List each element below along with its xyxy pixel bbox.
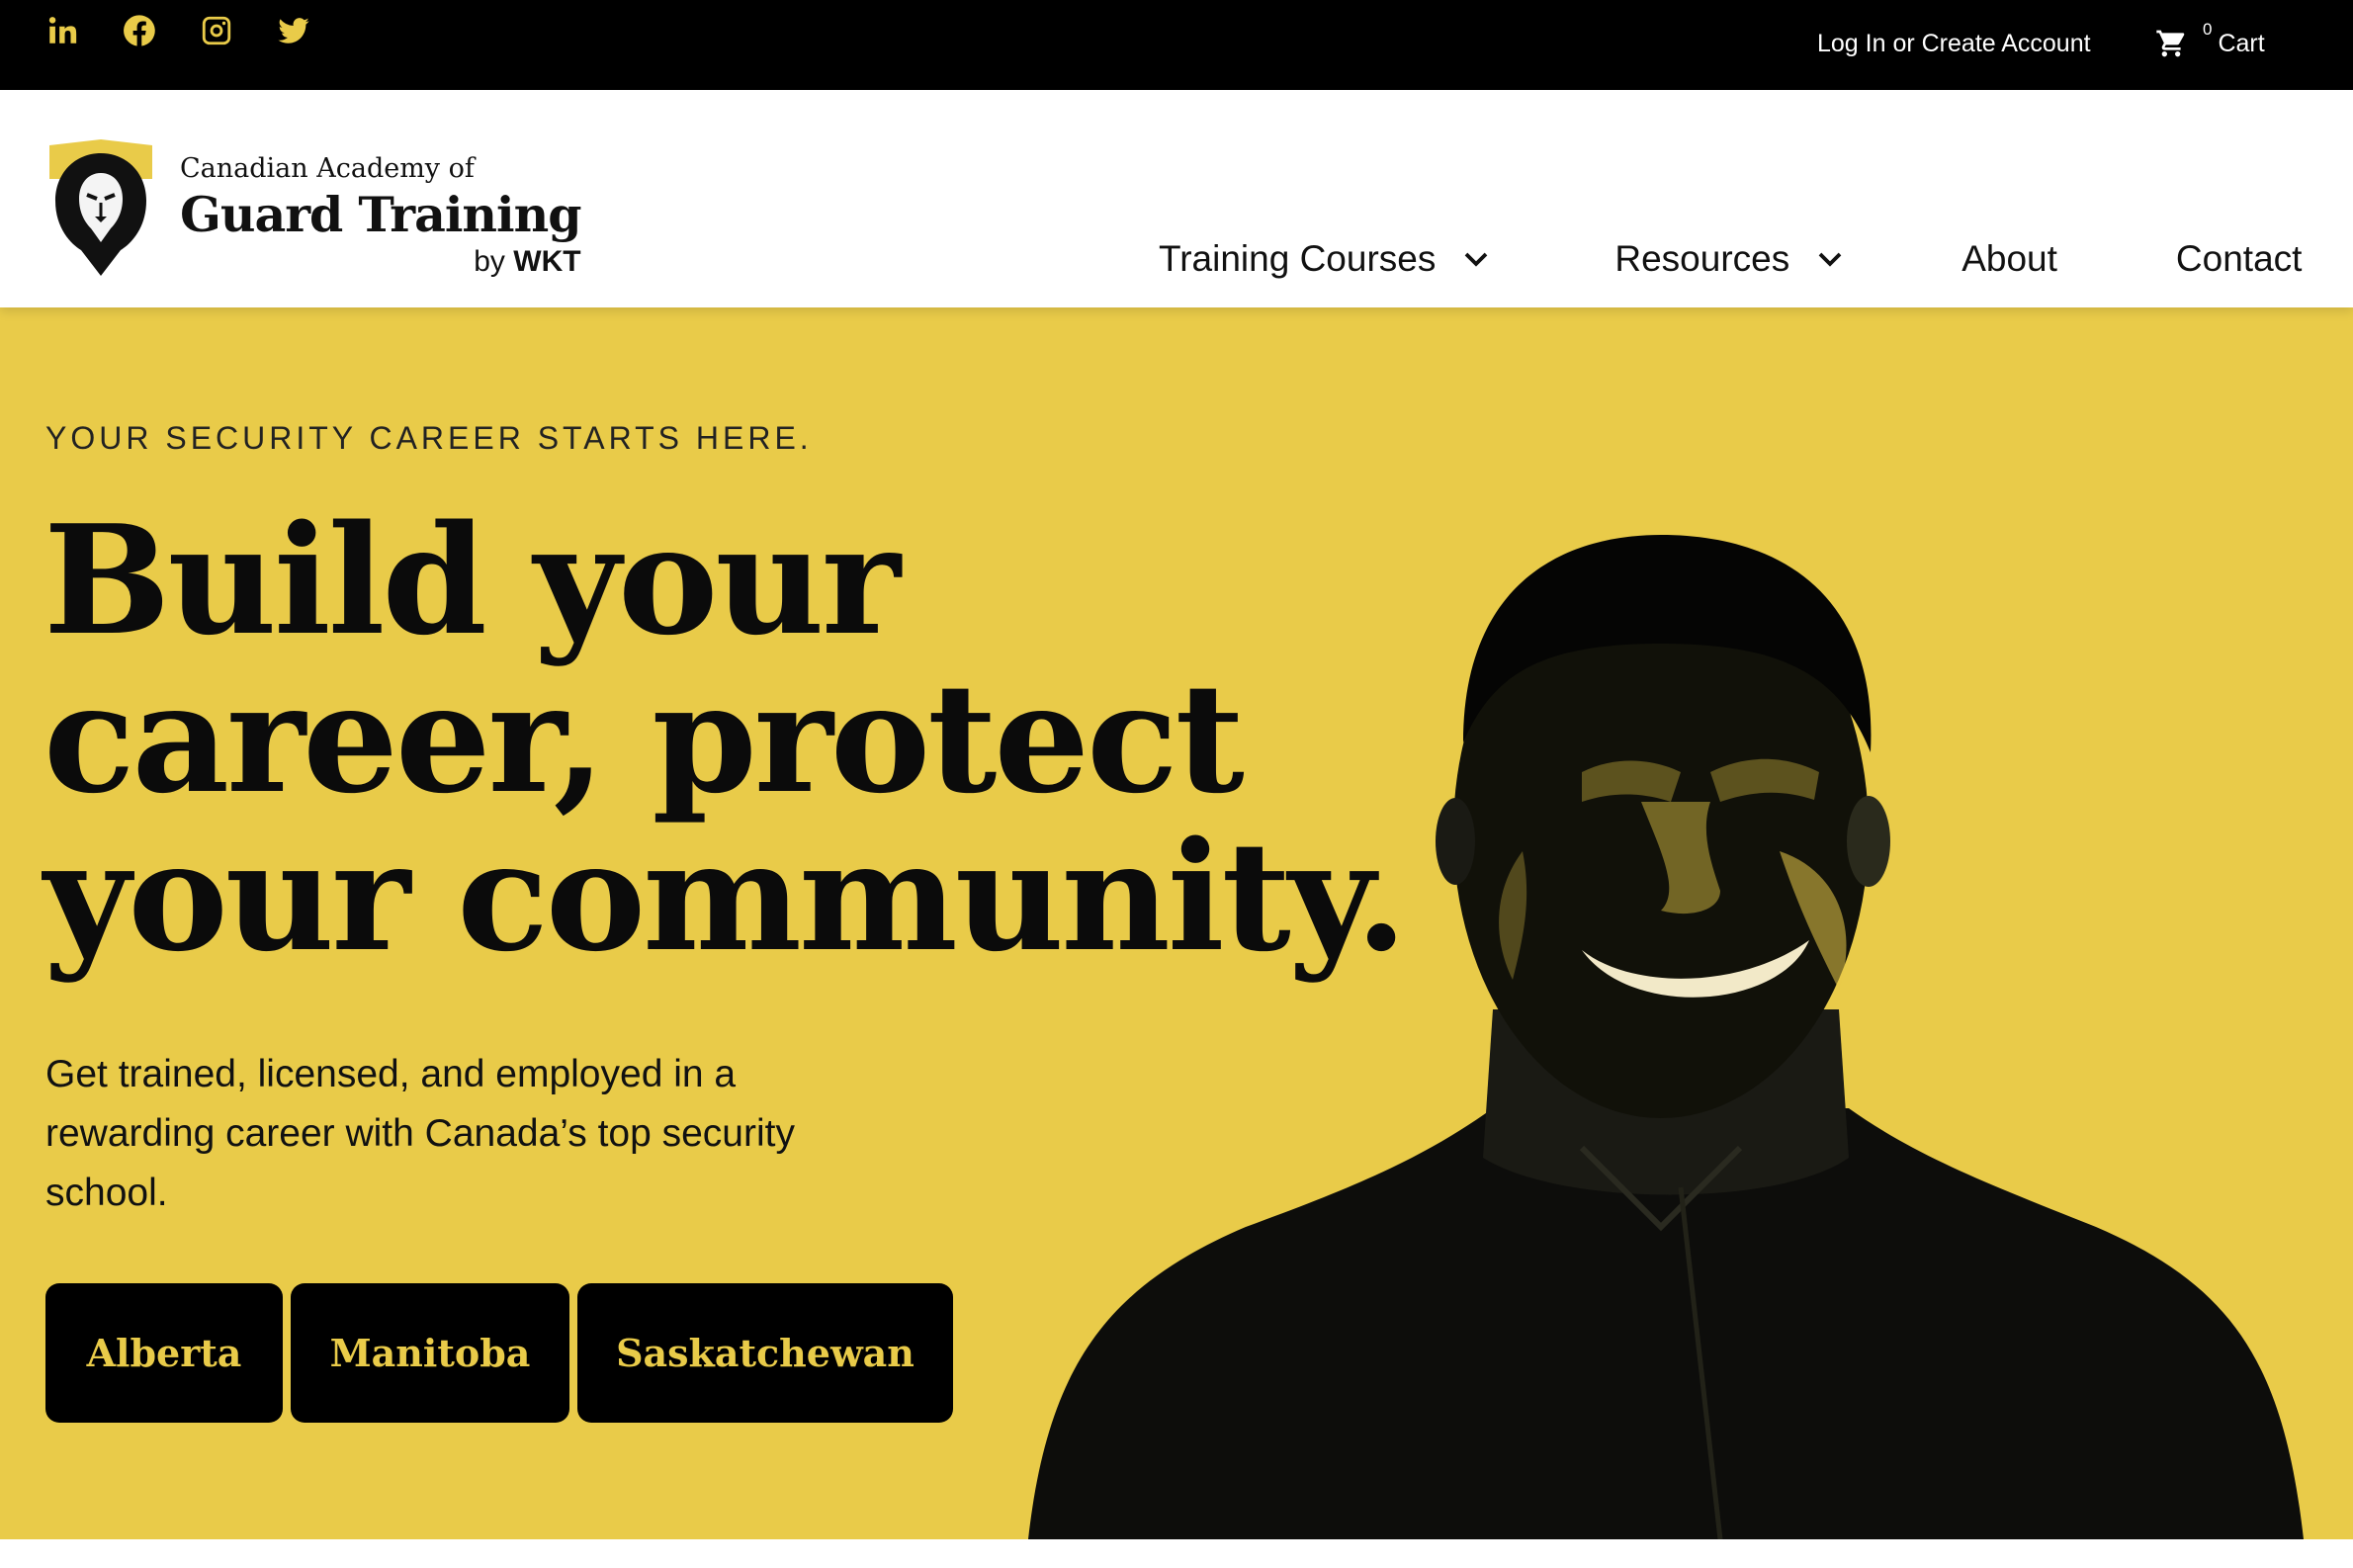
cart-icon (2156, 30, 2185, 57)
logo-wordmark: Canadian Academy of Guard Training by WK… (180, 153, 582, 279)
nav-training-courses-label: Training Courses (1159, 238, 1437, 279)
hero-headline-line-1: Build your (44, 491, 901, 668)
logo-subtitle: Canadian Academy of (180, 153, 475, 184)
instagram-icon[interactable] (200, 14, 233, 47)
nav-about[interactable]: About (1961, 238, 2057, 280)
chevron-down-icon (1818, 252, 1842, 267)
hero-headline: Build your career, protect your communit… (44, 491, 1408, 985)
facebook-icon[interactable] (123, 14, 156, 47)
page-bottom-strip (0, 1539, 2353, 1568)
main-nav: Training Courses Resources About Contact (1159, 238, 2302, 280)
logo-byline: by WKT (180, 245, 581, 279)
cart-label: Cart (2218, 30, 2265, 57)
lion-shield-logo-icon (49, 139, 152, 276)
nav-contact[interactable]: Contact (2176, 238, 2303, 280)
top-bar: Log In or Create Account 0 Cart (0, 0, 2353, 90)
logo-by-prefix: by (474, 245, 505, 278)
hero-headline-line-3: your community. (44, 808, 1408, 985)
alberta-button[interactable]: Alberta (45, 1283, 283, 1423)
site-logo[interactable]: Canadian Academy of Guard Training by WK… (45, 139, 582, 279)
logo-title: Guard Training (180, 186, 582, 243)
hero-eyebrow: YOUR SECURITY CAREER STARTS HERE. (45, 420, 813, 456)
nav-resources-label: Resources (1614, 238, 1790, 279)
twitter-icon[interactable] (277, 14, 310, 47)
hero-section: YOUR SECURITY CAREER STARTS HERE. Build … (0, 307, 2353, 1539)
hero-headline-line-2: career, protect (44, 650, 1245, 827)
cart-count: 0 (2203, 20, 2213, 39)
social-links (45, 14, 310, 47)
linkedin-icon[interactable] (45, 14, 79, 47)
nav-training-courses[interactable]: Training Courses (1159, 238, 1491, 280)
chevron-down-icon (1465, 252, 1488, 267)
site-header: Canadian Academy of Guard Training by WK… (0, 90, 2353, 307)
login-create-account-link[interactable]: Log In or Create Account (1817, 30, 2091, 58)
logo-brand: WKT (513, 245, 581, 278)
cart-link[interactable]: 0 Cart (2155, 20, 2265, 59)
manitoba-button[interactable]: Manitoba (291, 1283, 569, 1423)
hero-description: Get trained, licensed, and employed in a… (45, 1053, 795, 1214)
province-buttons: Alberta Manitoba Saskatchewan (45, 1283, 953, 1423)
nav-resources[interactable]: Resources (1614, 238, 1845, 280)
saskatchewan-button[interactable]: Saskatchewan (577, 1283, 953, 1423)
